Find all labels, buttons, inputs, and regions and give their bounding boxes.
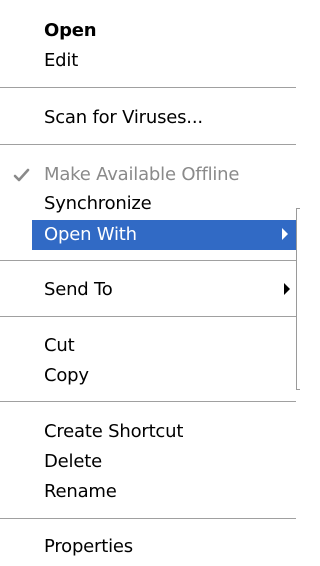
chevron-right-icon bbox=[282, 228, 288, 240]
context-menu: Open Edit Scan for Viruses... Make Avail… bbox=[0, 0, 296, 566]
menu-item-edit[interactable]: Edit bbox=[0, 46, 296, 76]
menu-item-cut[interactable]: Cut bbox=[0, 331, 296, 361]
menu-separator bbox=[0, 260, 296, 261]
menu-item-properties[interactable]: Properties bbox=[0, 532, 296, 562]
menu-item-label: Copy bbox=[44, 365, 89, 386]
menu-item-label: Edit bbox=[44, 50, 79, 71]
menu-separator bbox=[0, 401, 296, 402]
menu-item-label: Open With bbox=[44, 224, 137, 245]
menu-item-label: Make Available Offline bbox=[44, 164, 240, 185]
menu-item-label: Create Shortcut bbox=[44, 421, 184, 442]
menu-separator bbox=[0, 518, 296, 519]
menu-separator bbox=[0, 144, 296, 145]
menu-item-label: Delete bbox=[44, 451, 102, 472]
menu-separator bbox=[0, 87, 296, 88]
menu-item-label: Scan for Viruses... bbox=[44, 107, 203, 128]
menu-item-label: Properties bbox=[44, 536, 133, 557]
menu-item-make-available-offline: Make Available Offline bbox=[0, 160, 296, 190]
menu-item-label: Rename bbox=[44, 481, 117, 502]
submenu-edge bbox=[296, 208, 300, 390]
menu-item-label: Synchronize bbox=[44, 193, 152, 214]
menu-item-label: Send To bbox=[44, 279, 113, 300]
checkmark-icon bbox=[13, 168, 30, 182]
menu-item-create-shortcut[interactable]: Create Shortcut bbox=[0, 417, 296, 447]
menu-item-send-to[interactable]: Send To bbox=[0, 275, 296, 305]
menu-item-synchronize[interactable]: Synchronize bbox=[0, 189, 296, 219]
menu-item-open-with[interactable]: Open With bbox=[32, 220, 296, 250]
menu-item-scan-for-viruses[interactable]: Scan for Viruses... bbox=[0, 103, 296, 133]
menu-item-rename[interactable]: Rename bbox=[0, 477, 296, 507]
menu-item-copy[interactable]: Copy bbox=[0, 361, 296, 391]
chevron-right-icon bbox=[284, 283, 290, 295]
menu-item-label: Cut bbox=[44, 335, 75, 356]
menu-separator bbox=[0, 316, 296, 317]
menu-item-open[interactable]: Open bbox=[0, 16, 296, 46]
menu-item-delete[interactable]: Delete bbox=[0, 447, 296, 477]
menu-item-label: Open bbox=[44, 20, 97, 41]
